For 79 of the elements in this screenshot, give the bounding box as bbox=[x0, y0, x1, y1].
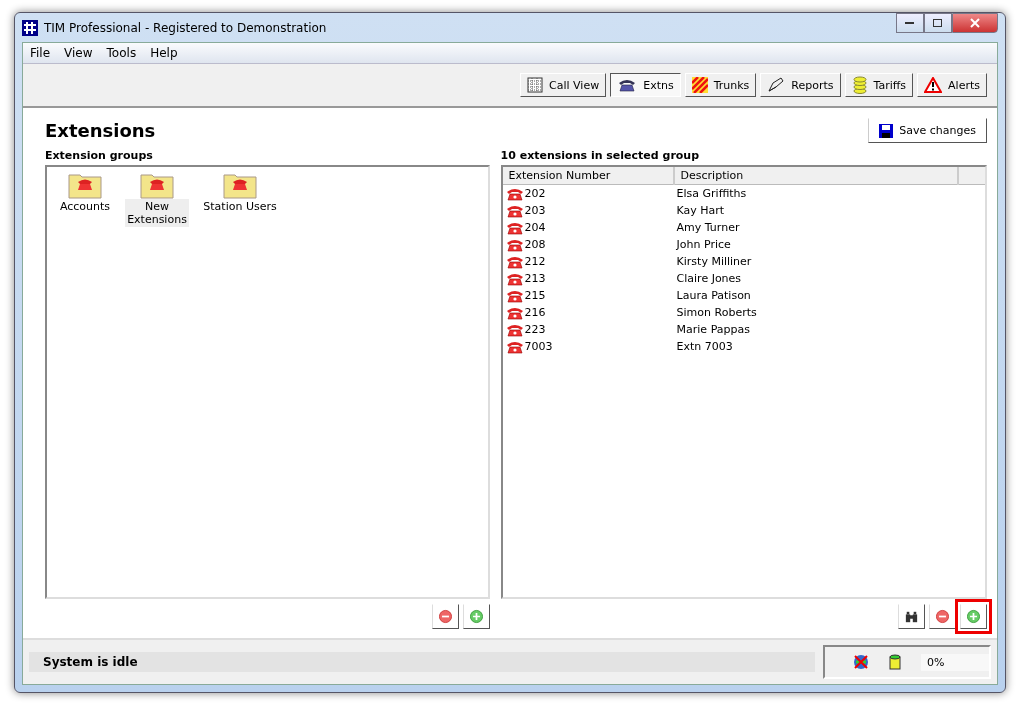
phone-icon bbox=[617, 78, 638, 92]
group-item[interactable]: New Extensions bbox=[125, 199, 189, 227]
remove-button[interactable] bbox=[929, 604, 956, 629]
table-cell: 208 bbox=[524, 238, 546, 251]
table-cell: Elsa Griffiths bbox=[673, 184, 958, 202]
add-button[interactable] bbox=[462, 604, 490, 629]
phone-icon bbox=[505, 220, 524, 235]
toolbar-tab[interactable]: Extns bbox=[610, 73, 681, 97]
folder-icon bbox=[140, 171, 174, 199]
maximize-button[interactable] bbox=[924, 13, 952, 33]
minimize-icon bbox=[905, 21, 915, 25]
table-cell: 203 bbox=[524, 204, 546, 217]
phone-icon bbox=[505, 322, 524, 337]
table-cell: 202 bbox=[524, 187, 546, 200]
group-item[interactable]: Accounts bbox=[57, 199, 113, 214]
group-item[interactable]: Station Users bbox=[201, 199, 279, 214]
phone-icon bbox=[505, 271, 524, 286]
table-cell: 213 bbox=[524, 272, 546, 285]
table-cell-text: Extn 7003 bbox=[675, 339, 734, 355]
phone-icon bbox=[505, 203, 524, 218]
maximize-icon bbox=[933, 18, 943, 28]
column-header[interactable]: Extension Number bbox=[502, 167, 674, 185]
database-icon bbox=[889, 653, 901, 671]
table-cell-text: Laura Patison bbox=[675, 288, 752, 304]
table-cell-text: Claire Jones bbox=[675, 271, 743, 287]
section-label: 10 extensions in selected group bbox=[500, 149, 701, 164]
phone-icon bbox=[505, 237, 524, 252]
phone-icon bbox=[505, 254, 524, 269]
save-button[interactable]: Save changes bbox=[868, 118, 987, 143]
folder-icon bbox=[223, 171, 257, 199]
table-cell: 223 bbox=[524, 323, 546, 336]
close-icon bbox=[970, 18, 980, 28]
table-cell: 216 bbox=[524, 306, 546, 319]
remove-button[interactable] bbox=[431, 604, 459, 629]
menu-item[interactable]: File bbox=[23, 46, 58, 60]
usage-percent: 0% bbox=[921, 653, 989, 671]
window-title: TIM Professional - Registered to Demonstration bbox=[44, 20, 327, 35]
table-cell-text: John Price bbox=[675, 237, 732, 253]
menu-item[interactable]: View bbox=[57, 46, 100, 60]
table-cell: 212 bbox=[524, 255, 546, 268]
binoculars-icon bbox=[905, 609, 918, 624]
column-header[interactable]: Description bbox=[673, 167, 958, 185]
coins-icon bbox=[851, 76, 868, 94]
status-message: System is idle bbox=[29, 652, 815, 672]
table-cell-text: Simon Roberts bbox=[675, 305, 758, 321]
phone-icon bbox=[505, 186, 524, 201]
table-cell-text: Kirsty Milliner bbox=[675, 254, 753, 270]
network-error-icon bbox=[853, 654, 869, 670]
table-cell-text: Amy Turner bbox=[675, 220, 741, 236]
minus-icon bbox=[438, 609, 452, 624]
table-cell: 215 bbox=[524, 289, 546, 302]
table-cell-text: Marie Pappas bbox=[675, 322, 751, 338]
close-button[interactable] bbox=[952, 13, 998, 33]
find-button[interactable] bbox=[898, 604, 925, 629]
folder-icon bbox=[68, 171, 102, 199]
table-cell-text: Kay Hart bbox=[675, 203, 726, 219]
warning-icon bbox=[924, 77, 943, 93]
plus-icon bbox=[967, 609, 980, 624]
page-title: Extensions bbox=[45, 120, 156, 141]
toolbar-tab[interactable]: Trunks bbox=[684, 73, 757, 97]
table-icon bbox=[527, 77, 544, 93]
toolbar-tab[interactable]: Reports bbox=[760, 73, 841, 97]
phone-icon bbox=[505, 305, 524, 320]
toolbar-tab[interactable]: Alerts bbox=[917, 73, 987, 97]
toolbar-tab[interactable]: Tariffs bbox=[844, 73, 914, 97]
phone-icon bbox=[505, 339, 524, 354]
minus-icon bbox=[936, 609, 949, 624]
phone-icon bbox=[505, 288, 524, 303]
menu-item[interactable]: Tools bbox=[99, 46, 144, 60]
plus-icon bbox=[469, 609, 483, 624]
table-cell: 7003 bbox=[524, 340, 553, 353]
menu-item[interactable]: Help bbox=[143, 46, 185, 60]
minimize-button[interactable] bbox=[896, 13, 924, 33]
section-label: Extension groups bbox=[45, 149, 154, 164]
table-cell: 204 bbox=[524, 221, 546, 234]
app-icon bbox=[22, 19, 38, 36]
pen-icon bbox=[767, 77, 786, 93]
toolbar-tab[interactable]: Call View bbox=[520, 73, 607, 97]
striped-icon bbox=[691, 77, 708, 93]
